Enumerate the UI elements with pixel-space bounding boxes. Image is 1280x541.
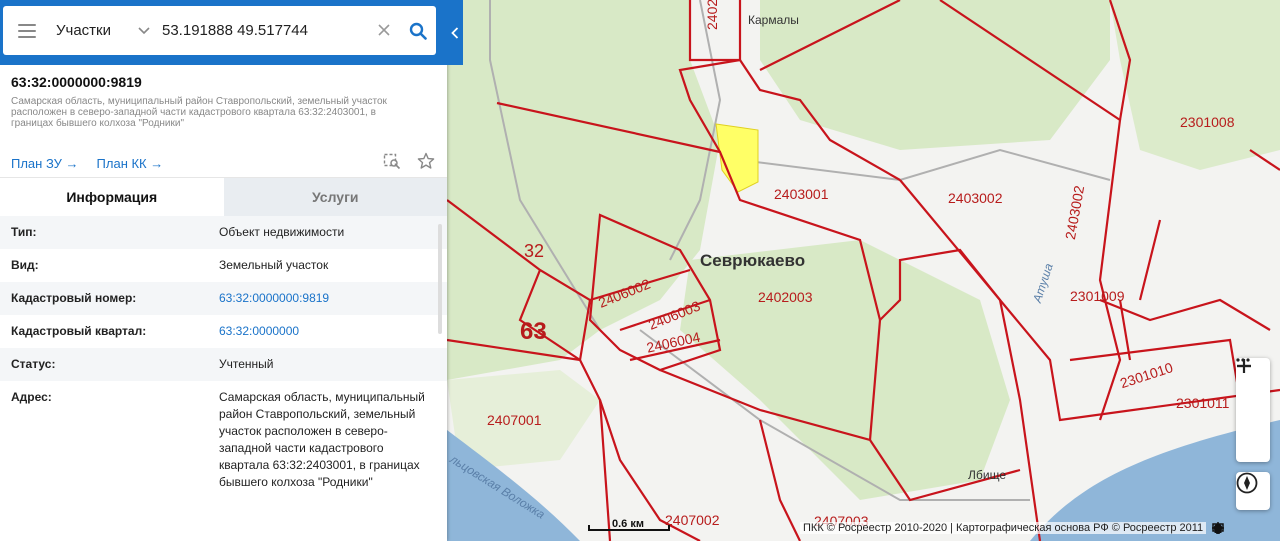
cadastral-number-link[interactable]: 63:32:0000000:9819 bbox=[219, 290, 429, 307]
region-label: 32 bbox=[524, 241, 545, 261]
region-label: 63 bbox=[520, 318, 547, 345]
quarter-label: 2402003 bbox=[758, 289, 813, 305]
search-button[interactable] bbox=[400, 22, 436, 40]
town-label-sevryukaevo: Севрюкаево bbox=[700, 251, 806, 270]
scrollbar[interactable] bbox=[438, 224, 442, 334]
locate-icon[interactable] bbox=[1212, 522, 1250, 536]
zoom-out-button[interactable] bbox=[1236, 364, 1270, 460]
tab-info[interactable]: Информация bbox=[0, 178, 224, 216]
search-bar: Участки 53.191888 49.517744 bbox=[0, 0, 447, 65]
category-select[interactable]: Участки bbox=[56, 22, 138, 39]
locate-object-icon[interactable] bbox=[383, 152, 401, 175]
info-label: Кадастровый квартал: bbox=[11, 324, 147, 338]
search-box: Участки 53.191888 49.517744 bbox=[3, 6, 436, 55]
info-table: Тип: Объект недвижимости Вид: Земельный … bbox=[0, 216, 447, 501]
info-row-type: Тип: Объект недвижимости bbox=[0, 216, 447, 249]
compass-icon bbox=[1236, 472, 1258, 494]
quarter-label: 2407002 bbox=[665, 512, 720, 528]
minus-icon bbox=[1237, 364, 1251, 368]
object-id: 63:32:0000000:9819 bbox=[11, 74, 142, 90]
quarter-label: 2403002 bbox=[948, 190, 1003, 206]
info-row-status: Статус: Учтенный bbox=[0, 348, 447, 381]
object-header: 63:32:0000000:9819 Самарская область, му… bbox=[0, 65, 447, 129]
chevron-left-icon bbox=[451, 26, 459, 39]
info-value: Самарская область, муниципальный район С… bbox=[219, 390, 425, 489]
info-row-cadastral-quarter: Кадастровый квартал: 63:32:0000000 bbox=[0, 315, 447, 348]
collapse-panel-button[interactable] bbox=[447, 0, 463, 65]
search-input[interactable]: 53.191888 49.517744 bbox=[162, 22, 374, 39]
village-label-karmaly: Кармалы bbox=[748, 13, 799, 27]
cadastral-quarter-link[interactable]: 63:32:0000000 bbox=[219, 323, 429, 340]
tab-services[interactable]: Услуги bbox=[223, 178, 447, 216]
chevron-down-icon[interactable] bbox=[138, 26, 152, 35]
quarter-label: 2301009 bbox=[1070, 288, 1125, 304]
info-label: Статус: bbox=[11, 357, 56, 371]
more-button[interactable] bbox=[1236, 358, 1270, 426]
side-panel: Участки 53.191888 49.517744 63:32:000000… bbox=[0, 0, 447, 541]
info-value: Учтенный bbox=[219, 357, 274, 371]
quarter-label: 2301011 bbox=[1176, 395, 1230, 411]
object-links: План ЗУ → План КК → bbox=[0, 149, 447, 177]
zoom-control bbox=[1236, 358, 1270, 462]
info-label: Кадастровый номер: bbox=[11, 291, 137, 305]
info-label: Вид: bbox=[11, 258, 39, 272]
scale-label: 0.6 км bbox=[612, 518, 644, 530]
quarter-label: 2402004 bbox=[704, 0, 720, 30]
quarter-label: 2407001 bbox=[487, 412, 542, 428]
info-row-address: Адрес: Самарская область, муниципальный … bbox=[0, 381, 447, 491]
info-value: Земельный участок bbox=[219, 258, 329, 272]
map-attribution: ПКК © Росреестр 2010-2020 | Картографиче… bbox=[800, 522, 1207, 534]
quarter-label: 2403001 bbox=[774, 186, 829, 202]
info-row-kind: Вид: Земельный участок bbox=[0, 249, 447, 282]
star-icon[interactable] bbox=[417, 152, 435, 175]
menu-icon[interactable] bbox=[18, 23, 36, 38]
info-row-cadastral-number: Кадастровый номер: 63:32:0000000:9819 bbox=[0, 282, 447, 315]
plan-zu-link[interactable]: План ЗУ → bbox=[11, 156, 79, 171]
compass-button[interactable] bbox=[1236, 472, 1270, 510]
clear-icon[interactable] bbox=[374, 20, 394, 41]
screen-icon[interactable] bbox=[1212, 522, 1274, 536]
village-label-lbishche: Лбище bbox=[968, 468, 1006, 482]
object-description: Самарская область, муниципальный район С… bbox=[11, 96, 387, 129]
info-label: Тип: bbox=[11, 225, 37, 239]
info-label: Адрес: bbox=[11, 390, 52, 404]
info-value: Объект недвижимости bbox=[219, 225, 345, 239]
plan-kk-link[interactable]: План КК → bbox=[97, 156, 164, 171]
quarter-label: 2301008 bbox=[1180, 114, 1235, 130]
map-bottom-icons bbox=[1212, 522, 1274, 536]
search-icon bbox=[409, 22, 427, 40]
panel-tabs: Информация Услуги bbox=[0, 177, 447, 216]
